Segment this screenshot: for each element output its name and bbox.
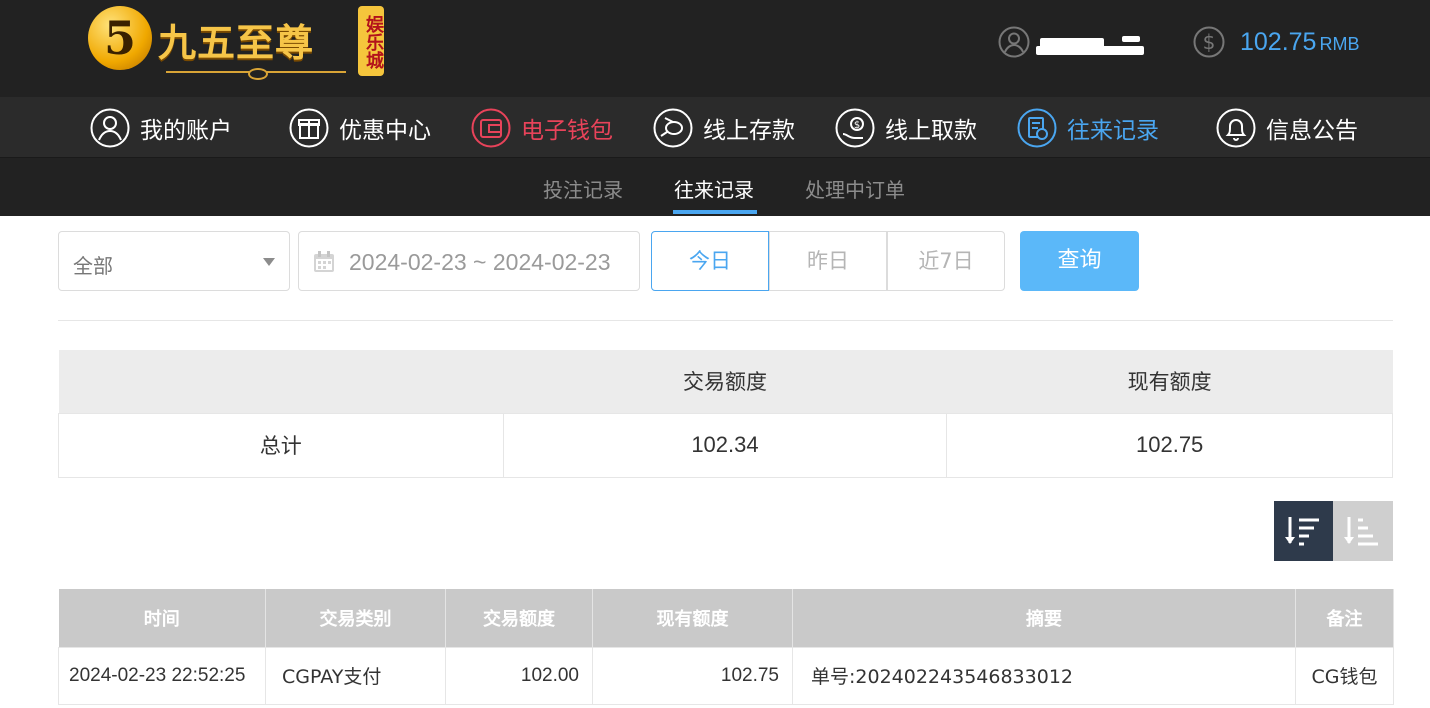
nav-label: 往来记录 bbox=[1067, 118, 1159, 144]
select-value: 全部 bbox=[73, 254, 113, 278]
summary-table: 交易额度 现有额度 总计 102.34 102.75 bbox=[58, 350, 1393, 478]
header-current-amount[interactable]: 现有额度 bbox=[592, 589, 793, 647]
logo-name: 九五至尊 bbox=[158, 20, 315, 65]
withdraw-icon: $ bbox=[835, 108, 875, 148]
logo-tag: 娱乐城 bbox=[358, 6, 384, 76]
sort-ascending-icon bbox=[1344, 517, 1378, 546]
svg-text:$: $ bbox=[1203, 30, 1216, 54]
summary-total-trade-amount: 102.34 bbox=[502, 412, 948, 478]
header-category[interactable]: 交易类别 bbox=[265, 589, 446, 647]
summary-header-row: 交易额度 现有额度 bbox=[58, 350, 1393, 413]
nav-label: 信息公告 bbox=[1266, 118, 1358, 144]
calendar-icon bbox=[314, 251, 334, 272]
detail-header-row: 时间 交易类别 交易额度 现有额度 摘要 备注 bbox=[58, 589, 1394, 647]
query-button[interactable]: 查询 bbox=[1020, 231, 1139, 291]
nav-my-account[interactable]: 我的账户 bbox=[90, 107, 232, 149]
sort-ascending-button[interactable] bbox=[1333, 501, 1393, 561]
nav-e-wallet[interactable]: 电子钱包 bbox=[471, 107, 613, 149]
nav-transaction-records[interactable]: 往来记录 bbox=[1017, 107, 1159, 149]
caret-down-icon bbox=[263, 258, 275, 266]
table-row[interactable]: 2024-02-23 22:52:25 CGPAY支付 102.00 102.7… bbox=[58, 646, 1394, 705]
date-range-value: 2024-02-23 ~ 2024-02-23 bbox=[349, 249, 611, 275]
svg-text:$: $ bbox=[854, 120, 860, 131]
site-logo[interactable]: 5 九五至尊 娱乐城 bbox=[88, 4, 388, 80]
top-header: 5 九五至尊 娱乐城 $ 102.75 RMB bbox=[0, 0, 1430, 97]
username-redacted bbox=[1036, 32, 1144, 56]
quick-7days-button[interactable]: 近7日 bbox=[887, 231, 1005, 291]
logo-badge: 5 bbox=[88, 6, 152, 70]
transaction-detail-table: 时间 交易类别 交易额度 现有额度 摘要 备注 2024-02-23 22:52… bbox=[58, 589, 1394, 705]
cell-summary: 单号:20240224354683301​2 bbox=[792, 646, 1296, 705]
nav-label: 线上存款 bbox=[703, 118, 795, 144]
nav-label: 电子钱包 bbox=[521, 118, 613, 144]
cell-trade-amount: 102.00 bbox=[445, 646, 593, 705]
cell-current-amount: 102.75 bbox=[592, 646, 793, 705]
header-time[interactable]: 时间 bbox=[58, 589, 266, 647]
balance-amount: 102.75 bbox=[1240, 28, 1317, 56]
nav-announcements[interactable]: 信息公告 bbox=[1216, 107, 1358, 149]
logo-ornament bbox=[166, 68, 346, 80]
header-summary[interactable]: 摘要 bbox=[792, 589, 1296, 647]
header-trade-amount[interactable]: 交易额度 bbox=[445, 589, 593, 647]
header-note[interactable]: 备注 bbox=[1295, 589, 1394, 647]
cell-time: 2024-02-23 22:52:25 bbox=[58, 646, 266, 705]
gift-icon bbox=[289, 108, 329, 148]
transaction-type-select[interactable]: 全部 bbox=[58, 231, 290, 291]
balance-currency: RMB bbox=[1319, 34, 1360, 54]
nav-label: 我的账户 bbox=[140, 118, 232, 144]
account-balance: 102.75 RMB bbox=[1240, 28, 1359, 57]
deposit-icon bbox=[653, 108, 693, 148]
section-divider bbox=[58, 320, 1393, 321]
nav-label: 优惠中心 bbox=[339, 118, 431, 144]
user-icon bbox=[90, 108, 130, 148]
active-subtab-indicator bbox=[673, 210, 757, 214]
wallet-icon bbox=[471, 108, 511, 148]
quick-yesterday-button[interactable]: 昨日 bbox=[769, 231, 887, 291]
summary-total-current-amount: 102.75 bbox=[946, 412, 1393, 478]
summary-header-trade-amount: 交易额度 bbox=[503, 350, 947, 413]
date-range-input[interactable]: 2024-02-23 ~ 2024-02-23 bbox=[298, 231, 640, 291]
bell-icon bbox=[1216, 108, 1256, 148]
summary-header-current-amount: 现有额度 bbox=[946, 350, 1393, 413]
summary-total-row: 总计 102.34 102.75 bbox=[58, 412, 1393, 478]
main-nav: 我的账户 优惠中心 电子钱包 线上存款 $ 线上取款 往来记录 信息公告 bbox=[0, 97, 1430, 158]
cell-category: CGPAY支付 bbox=[265, 646, 446, 705]
subtab-pending-orders[interactable]: 处理中订单 bbox=[805, 174, 905, 203]
sort-descending-button[interactable] bbox=[1274, 501, 1333, 561]
summary-header-empty bbox=[58, 350, 504, 413]
nav-label: 线上取款 bbox=[885, 118, 977, 144]
nav-online-deposit[interactable]: 线上存款 bbox=[653, 107, 795, 149]
subtab-bet-records[interactable]: 投注记录 bbox=[543, 174, 623, 203]
summary-total-label: 总计 bbox=[58, 412, 504, 478]
records-icon bbox=[1017, 108, 1057, 148]
sub-nav: 投注记录 往来记录 处理中订单 bbox=[0, 158, 1430, 216]
nav-online-withdraw[interactable]: $ 线上取款 bbox=[835, 107, 977, 149]
subtab-transaction-records[interactable]: 往来记录 bbox=[674, 174, 754, 203]
user-avatar-icon[interactable] bbox=[998, 26, 1030, 58]
nav-promotions[interactable]: 优惠中心 bbox=[289, 107, 431, 149]
quick-today-button[interactable]: 今日 bbox=[651, 231, 769, 291]
balance-coin-icon: $ bbox=[1193, 26, 1225, 58]
sort-descending-icon bbox=[1285, 517, 1319, 546]
cell-note: CG钱包 bbox=[1295, 646, 1394, 705]
